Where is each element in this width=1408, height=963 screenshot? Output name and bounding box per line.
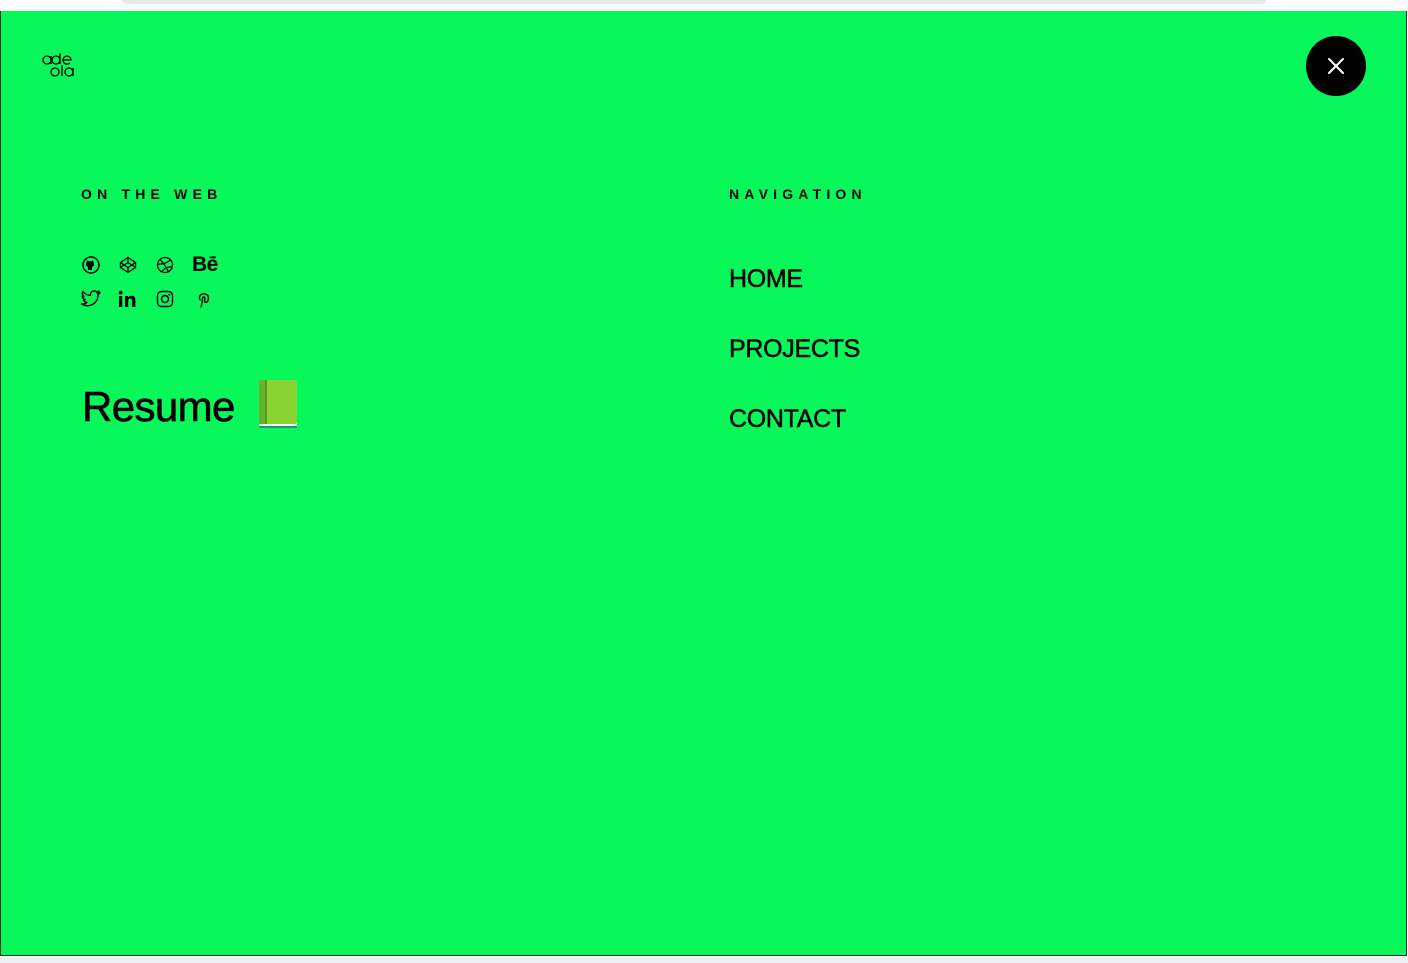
nav-projects-link[interactable]: PROJECTS: [729, 335, 861, 364]
dribbble-link[interactable]: [155, 255, 175, 275]
navigation-heading: NAVIGATION: [729, 186, 867, 202]
behance-icon: Bē: [192, 253, 218, 276]
instagram-icon: [156, 290, 174, 308]
twitter-link[interactable]: [81, 289, 101, 309]
twitter-icon: [81, 290, 101, 307]
pinterest-link[interactable]: [192, 289, 212, 309]
green-book-icon: [257, 379, 299, 434]
on-the-web-heading: ON THE WEB: [81, 186, 223, 202]
close-menu-button[interactable]: [1306, 36, 1366, 96]
close-icon: [1328, 58, 1344, 74]
social-links-row-2: [81, 289, 229, 309]
social-links-row-1: Bē: [81, 253, 235, 276]
browser-top-strip: [0, 0, 1408, 11]
dribbble-icon: [156, 256, 174, 274]
linkedin-link[interactable]: [118, 289, 138, 309]
codepen-icon: [119, 256, 137, 274]
github-link[interactable]: [81, 255, 101, 275]
logo-icon: [42, 53, 74, 77]
browser-bottom-strip: [0, 957, 1408, 963]
resume-label: Resume: [82, 382, 236, 430]
nav-home-link[interactable]: HOME: [729, 265, 804, 294]
instagram-link[interactable]: [155, 289, 175, 309]
menu-overlay: ON THE WEB Bē Resume NAVIGATION HOME PRO…: [0, 11, 1407, 956]
codepen-link[interactable]: [118, 255, 138, 275]
site-logo[interactable]: [41, 52, 81, 82]
github-icon: [82, 256, 100, 274]
linkedin-icon: [118, 290, 136, 307]
scroll-indicator: [122, 0, 1266, 4]
resume-link[interactable]: Resume: [82, 379, 299, 434]
pinterest-icon: [198, 293, 210, 308]
nav-contact-link[interactable]: CONTACT: [729, 405, 847, 434]
behance-link[interactable]: Bē: [192, 253, 218, 276]
